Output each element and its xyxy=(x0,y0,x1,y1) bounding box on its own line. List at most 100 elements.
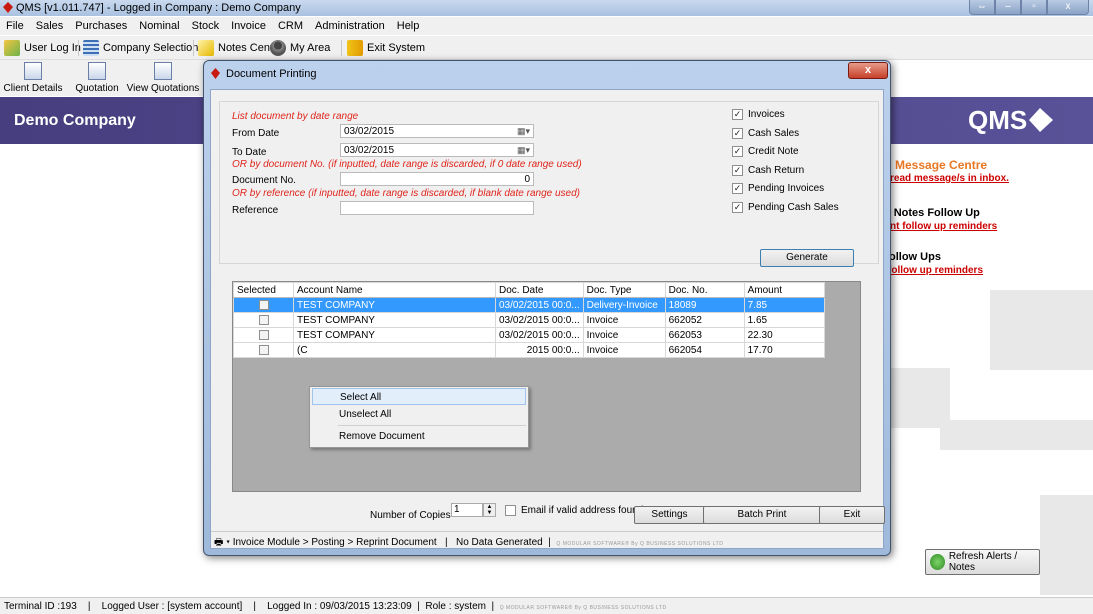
quotation-button[interactable]: Quotation xyxy=(73,60,121,96)
menu-item-remove-document[interactable]: Remove Document xyxy=(312,428,526,445)
email-checkbox[interactable]: Email if valid address found xyxy=(505,505,643,516)
col-amount[interactable]: Amount xyxy=(743,282,825,298)
client-details-button[interactable]: Client Details xyxy=(2,60,64,96)
cash-sales-checkbox[interactable]: ✓ Cash Sales xyxy=(732,128,799,139)
menu-administration[interactable]: Administration xyxy=(309,17,391,35)
close-button[interactable]: x xyxy=(1047,0,1089,15)
dialog-body: List document by date range From Date 03… xyxy=(210,89,885,549)
col-doc-type[interactable]: Doc. Type xyxy=(582,282,666,298)
my-area-button[interactable]: My Area xyxy=(270,39,330,57)
app-logo-icon xyxy=(211,68,220,79)
view-quotations-button[interactable]: View Quotations xyxy=(126,60,200,96)
account-name-cell: TEST COMPANY xyxy=(293,297,496,313)
col-doc-no[interactable]: Doc. No. xyxy=(664,282,745,298)
row-select-checkbox[interactable] xyxy=(233,327,294,343)
client-details-label: Client Details xyxy=(3,83,63,94)
col-account-name[interactable]: Account Name xyxy=(293,282,496,298)
col-selected[interactable]: Selected xyxy=(233,282,294,298)
maximize-button[interactable]: ▫ xyxy=(1021,0,1047,15)
followups-link[interactable]: follow up reminders xyxy=(888,265,983,276)
dialog-close-button[interactable]: x xyxy=(848,62,888,79)
document-no-label: Document No. xyxy=(232,175,296,186)
cash-return-checkbox[interactable]: ✓ Cash Return xyxy=(732,165,804,176)
menu-crm[interactable]: CRM xyxy=(272,17,309,35)
watermark-shape xyxy=(990,290,1093,370)
to-date-picker[interactable]: 03/02/2015 ▦▾ xyxy=(340,143,534,157)
from-date-value: 03/02/2015 xyxy=(344,126,395,137)
notes-followup-title: t Notes Follow Up xyxy=(887,207,980,219)
reference-input[interactable] xyxy=(340,201,534,215)
refresh-alerts-label: Refresh Alerts / Notes xyxy=(948,551,1018,573)
notes-followup-link[interactable]: nt follow up reminders xyxy=(890,221,997,232)
menu-invoice[interactable]: Invoice xyxy=(225,17,272,35)
printer-icon[interactable]: 🖶 ▾ xyxy=(214,537,230,548)
minimize-button[interactable]: – xyxy=(995,0,1021,15)
invoices-checkbox[interactable]: ✓ Invoices xyxy=(732,109,785,120)
menu-file[interactable]: File xyxy=(0,17,30,35)
row-select-checkbox[interactable] xyxy=(233,297,294,313)
refresh-alerts-button[interactable]: Refresh Alerts / Notes xyxy=(925,549,1040,575)
amount-cell: 17.70 xyxy=(743,342,825,358)
menu-item-select-all[interactable]: Select All xyxy=(312,388,526,405)
followups-title: ollow Ups xyxy=(889,251,941,263)
exit-system-button[interactable]: Exit System xyxy=(347,39,425,57)
pending-invoices-label: Pending Invoices xyxy=(748,183,825,194)
calendar-dropdown-icon[interactable]: ▦▾ xyxy=(517,126,530,137)
copies-input[interactable]: 1 xyxy=(451,503,483,517)
invoices-label: Invoices xyxy=(748,109,785,120)
message-centre-link[interactable]: read message/s in inbox. xyxy=(890,173,1009,184)
title-bar: QMS [v1.011.747] - Logged in Company : D… xyxy=(0,0,1093,16)
to-date-label: To Date xyxy=(232,147,267,158)
credit-note-label: Credit Note xyxy=(748,146,799,157)
generate-button[interactable]: Generate xyxy=(760,249,854,267)
account-name-cell: TEST COMPANY xyxy=(293,312,496,328)
menu-stock[interactable]: Stock xyxy=(186,17,226,35)
doc-type-cell: Delivery-Invoice xyxy=(582,297,666,313)
copies-spinner[interactable]: ▲ ▼ xyxy=(483,503,496,517)
from-date-picker[interactable]: 03/02/2015 ▦▾ xyxy=(340,124,534,138)
menu-help[interactable]: Help xyxy=(391,17,426,35)
pending-cash-sales-checkbox[interactable]: ✓ Pending Cash Sales xyxy=(732,202,839,213)
restore-icon[interactable]: ⇔ xyxy=(969,0,995,15)
menu-purchases[interactable]: Purchases xyxy=(69,17,133,35)
menu-bar: File Sales Purchases Nominal Stock Invoi… xyxy=(0,17,1093,35)
email-label: Email if valid address found xyxy=(521,505,644,516)
menu-sales[interactable]: Sales xyxy=(30,17,70,35)
refresh-icon xyxy=(930,554,945,570)
menu-item-unselect-all[interactable]: Unselect All xyxy=(312,406,526,423)
document-no-input[interactable]: 0 xyxy=(340,172,534,186)
row-select-checkbox[interactable] xyxy=(233,342,294,358)
reference-label: Reference xyxy=(232,205,279,216)
menu-nominal[interactable]: Nominal xyxy=(133,17,185,35)
company-selection-button[interactable]: Company Selection xyxy=(83,39,198,57)
table-row[interactable]: (C 2015 00:0... Invoice 662054 17.70 xyxy=(233,342,825,358)
document-list-icon xyxy=(154,62,172,80)
doc-no-cell: 662054 xyxy=(664,342,745,358)
credit-note-checkbox[interactable]: ✓ Credit Note xyxy=(732,146,799,157)
table-row[interactable]: TEST COMPANY 03/02/2015 00:0... Invoice … xyxy=(233,327,825,343)
table-row[interactable]: TEST COMPANY 03/02/2015 00:0... Invoice … xyxy=(233,312,825,328)
checked-icon: ✓ xyxy=(732,183,743,194)
doc-no-hint: OR by document No. (if inputted, date ra… xyxy=(232,159,582,170)
logged-in-time: Logged In : 09/03/2015 13:23:09 xyxy=(267,601,412,612)
col-doc-date[interactable]: Doc. Date xyxy=(495,282,584,298)
pending-cash-sales-label: Pending Cash Sales xyxy=(748,202,839,213)
user-login-button[interactable]: User Log In xyxy=(4,39,81,57)
exit-button[interactable]: Exit xyxy=(819,506,885,524)
row-select-checkbox[interactable] xyxy=(233,312,294,328)
batch-print-button[interactable]: Batch Print xyxy=(703,506,821,524)
user-icon xyxy=(270,40,286,56)
building-icon xyxy=(83,40,99,56)
pending-invoices-checkbox[interactable]: ✓ Pending Invoices xyxy=(732,183,824,194)
settings-button[interactable]: Settings xyxy=(634,506,705,524)
table-row[interactable]: TEST COMPANY 03/02/2015 00:0... Delivery… xyxy=(233,297,825,313)
doc-date-cell: 03/02/2015 00:0... xyxy=(495,327,584,343)
client-card-icon xyxy=(24,62,42,80)
checked-icon: ✓ xyxy=(732,128,743,139)
message-centre-title: Message Centre xyxy=(895,158,988,172)
amount-cell: 1.65 xyxy=(743,312,825,328)
document-printing-dialog: Document Printing x List document by dat… xyxy=(203,60,891,556)
quotation-label: Quotation xyxy=(75,83,119,94)
watermark-shape xyxy=(1040,495,1093,595)
calendar-dropdown-icon[interactable]: ▦▾ xyxy=(517,145,530,156)
